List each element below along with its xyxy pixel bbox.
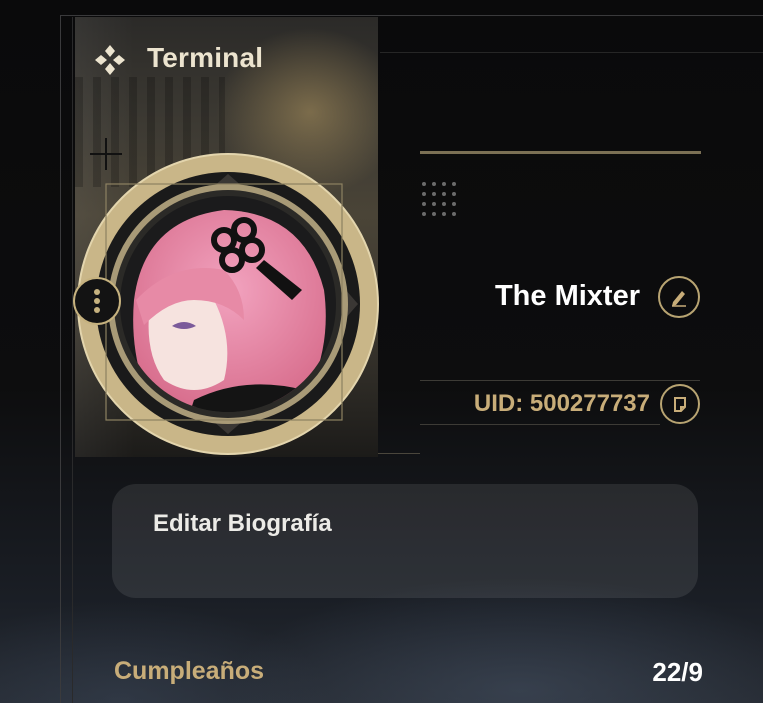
divider-mid xyxy=(420,380,700,381)
page-title: Terminal xyxy=(147,42,264,73)
more-vertical-icon xyxy=(94,289,100,313)
edit-name-button[interactable] xyxy=(658,276,700,318)
dot-grid-decoration xyxy=(422,182,456,216)
frame-line-left xyxy=(60,15,61,703)
birthday-value: 22/9 xyxy=(652,657,703,687)
birthday-label: Cumpleaños xyxy=(114,657,265,685)
player-uid: UID: 500277737 xyxy=(473,390,650,417)
divider-right-top xyxy=(380,52,763,53)
divider-uid xyxy=(420,424,660,425)
edit-biography-field[interactable]: Editar Biografía xyxy=(112,484,698,598)
player-name: The Mixter xyxy=(494,280,640,312)
biography-label: Editar Biografía xyxy=(153,510,332,537)
pencil-icon xyxy=(672,291,686,307)
frame-line-top xyxy=(60,15,763,16)
avatar-menu-button[interactable] xyxy=(73,277,121,325)
copy-icon xyxy=(674,397,686,412)
frame-line-left-inner xyxy=(72,17,73,703)
terminal-diamond-icon xyxy=(95,45,125,75)
divider-top-right xyxy=(420,151,701,154)
copy-uid-button[interactable] xyxy=(660,384,700,424)
